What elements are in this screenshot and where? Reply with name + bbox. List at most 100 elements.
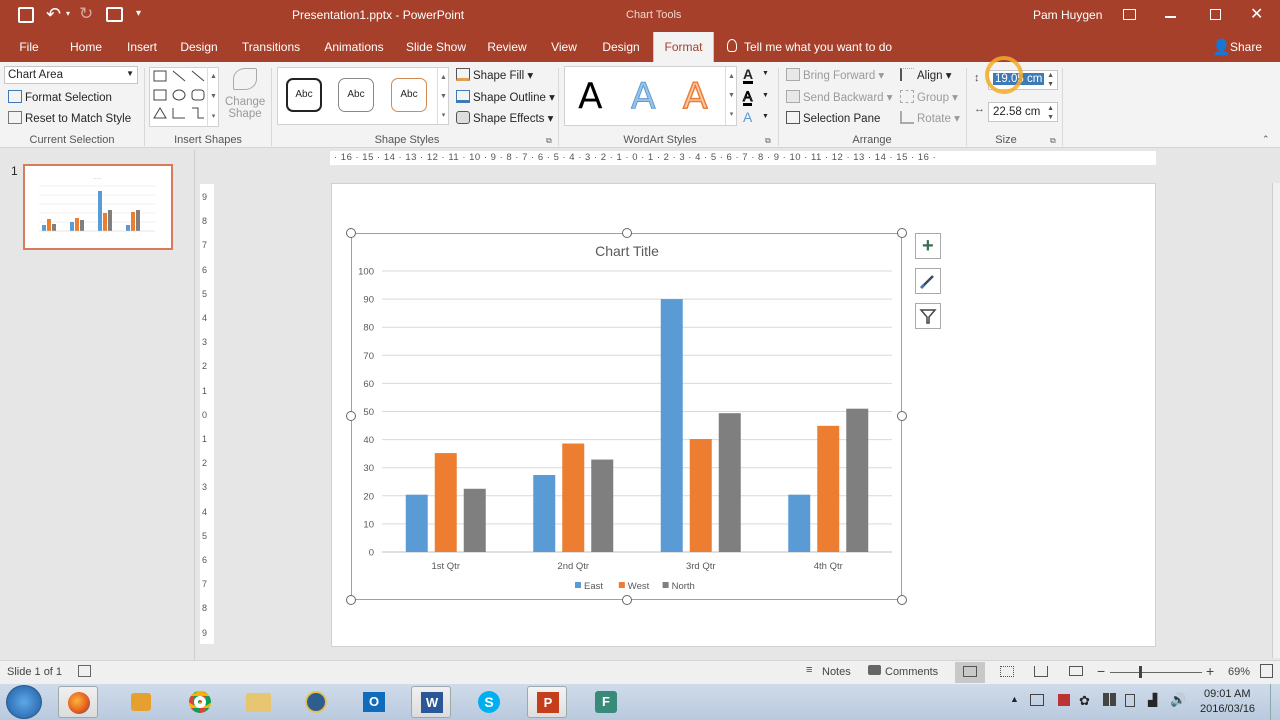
text-effects-icon[interactable]: A: [743, 110, 752, 124]
zoom-in-icon[interactable]: +: [1206, 663, 1214, 679]
resize-handle[interactable]: [622, 595, 632, 605]
tab-insert[interactable]: Insert: [120, 32, 164, 62]
shape-width-field[interactable]: 22.58 cm ▲ ▼: [988, 102, 1058, 122]
slide-counter[interactable]: Slide 1 of 1: [7, 666, 62, 678]
resize-handle[interactable]: [346, 228, 356, 238]
tab-animations[interactable]: Animations: [320, 32, 388, 62]
rotate-button[interactable]: Rotate ▾: [900, 111, 960, 125]
firefox-icon[interactable]: [58, 686, 98, 718]
vertical-ruler[interactable]: 9 8 7 6 5 4 3 2 1 0 1 2 3 4 5 6 7 8 9: [200, 184, 214, 644]
shape-styles-scroll[interactable]: ▲ ▼ ▾: [437, 68, 449, 124]
align-button[interactable]: Align ▾: [900, 68, 952, 82]
zoom-slider-thumb[interactable]: [1139, 666, 1142, 678]
tab-transitions[interactable]: Transitions: [238, 32, 304, 62]
notes-button[interactable]: Notes: [822, 666, 851, 678]
spell-check-icon[interactable]: [78, 665, 91, 677]
tray-expand-icon[interactable]: ▲: [1010, 694, 1019, 704]
undo-icon[interactable]: ↶: [46, 4, 61, 25]
word-icon[interactable]: W: [411, 686, 451, 718]
shape-style-swatch[interactable]: Abc: [286, 78, 322, 112]
volume-tray-icon[interactable]: 🔊: [1170, 692, 1186, 708]
zoom-out-icon[interactable]: −: [1097, 663, 1105, 679]
group-button[interactable]: Group ▾: [900, 90, 958, 104]
dialog-launcher-icon[interactable]: ⧉: [765, 136, 771, 146]
restore-icon[interactable]: [1210, 9, 1221, 20]
user-name[interactable]: Pam Huygen: [1033, 8, 1102, 22]
start-button[interactable]: [6, 685, 42, 719]
reset-to-match-style-button[interactable]: Reset to Match Style: [8, 111, 131, 125]
media-player-icon[interactable]: [121, 686, 161, 718]
resize-handle[interactable]: [897, 595, 907, 605]
outlook-icon[interactable]: O: [354, 686, 394, 718]
tab-home[interactable]: Home: [64, 32, 108, 62]
text-effects-dropdown-icon[interactable]: ▼: [762, 113, 769, 120]
dialog-launcher-icon[interactable]: ⧉: [546, 136, 552, 146]
tray-app-icon[interactable]: [1030, 694, 1044, 706]
network-tray-icon[interactable]: ▟: [1148, 693, 1157, 707]
clock-time[interactable]: 09:01 AM: [1204, 688, 1250, 700]
wordart-style-blue[interactable]: A: [631, 76, 657, 118]
resize-handle[interactable]: [897, 411, 907, 421]
clock-date[interactable]: 2016/03/16: [1200, 703, 1255, 715]
wordart-scroll[interactable]: ▲ ▼ ▾: [725, 67, 737, 125]
close-icon[interactable]: ✕: [1250, 4, 1263, 24]
app-globe-icon[interactable]: [296, 686, 336, 718]
shapes-scroll[interactable]: ▲ ▼ ▾: [207, 67, 219, 127]
fit-slide-icon[interactable]: [1260, 664, 1273, 678]
selection-pane-button[interactable]: Selection Pane: [786, 111, 880, 125]
text-outline-icon[interactable]: A: [742, 89, 753, 106]
windows-flag-icon[interactable]: [1103, 693, 1116, 706]
tab-review[interactable]: Review: [484, 32, 530, 62]
slide-show-view-icon[interactable]: [1069, 666, 1083, 676]
wordart-gallery[interactable]: A A A ▲ ▼ ▾: [564, 66, 737, 126]
skype-icon[interactable]: S: [469, 686, 509, 718]
format-selection-button[interactable]: Format Selection: [8, 90, 112, 104]
shape-effects-button[interactable]: Shape Effects ▾: [456, 111, 553, 125]
shape-outline-button[interactable]: Shape Outline ▾: [456, 90, 555, 104]
customize-qat-icon[interactable]: ▾: [136, 8, 141, 19]
tray-app-icon[interactable]: [1058, 694, 1070, 706]
wordart-style-black[interactable]: A: [578, 76, 603, 117]
slideshow-start-icon[interactable]: [106, 7, 123, 22]
chart-filters-button[interactable]: [915, 303, 941, 329]
tab-slide-show[interactable]: Slide Show: [403, 32, 469, 62]
reading-view-icon[interactable]: [1034, 666, 1048, 677]
chrome-icon[interactable]: [180, 686, 220, 718]
tab-file[interactable]: File: [10, 32, 48, 62]
text-fill-icon[interactable]: A: [743, 67, 754, 84]
chart-area[interactable]: Chart Title 0 10 20 30 40 50 60 70 80 90 100 1st Qtr…: [351, 233, 902, 600]
bring-forward-button[interactable]: Bring Forward ▾: [786, 68, 884, 82]
save-icon[interactable]: [18, 7, 34, 23]
wordart-style-orange[interactable]: A: [682, 75, 708, 118]
share-button[interactable]: Share: [1230, 40, 1262, 54]
shape-style-swatch[interactable]: Abc: [338, 78, 374, 112]
redo-icon[interactable]: ↻: [79, 4, 93, 24]
tray-app-icon[interactable]: ✿: [1079, 693, 1090, 709]
show-desktop-button[interactable]: [1270, 684, 1280, 720]
tab-chart-design[interactable]: Design: [598, 32, 644, 62]
undo-dropdown-icon[interactable]: ▾: [66, 9, 70, 18]
text-fill-dropdown-icon[interactable]: ▼: [762, 70, 769, 77]
zoom-slider[interactable]: [1110, 672, 1202, 673]
battery-tray-icon[interactable]: [1125, 694, 1135, 707]
shape-style-swatch[interactable]: Abc: [391, 78, 427, 112]
chart-styles-button[interactable]: [915, 268, 941, 294]
tab-view[interactable]: View: [546, 32, 582, 62]
dialog-launcher-icon[interactable]: ⧉: [1050, 136, 1056, 146]
comments-button[interactable]: Comments: [885, 666, 938, 678]
shape-styles-gallery[interactable]: Abc Abc Abc ▲ ▼ ▾: [277, 67, 449, 125]
send-backward-button[interactable]: Send Backward ▾: [786, 90, 893, 104]
powerpoint-icon[interactable]: P: [527, 686, 567, 718]
tab-design[interactable]: Design: [176, 32, 222, 62]
tell-me-box[interactable]: Tell me what you want to do: [744, 40, 892, 54]
minimize-icon[interactable]: [1165, 16, 1176, 18]
file-explorer-icon[interactable]: [238, 686, 278, 718]
slide-thumbnail[interactable]: ·······: [23, 164, 173, 250]
slide-sorter-icon[interactable]: [1000, 666, 1014, 677]
resize-handle[interactable]: [346, 411, 356, 421]
chart-element-dropdown[interactable]: Chart Area ▼: [4, 66, 138, 84]
chart-elements-button[interactable]: +: [915, 233, 941, 259]
resize-handle[interactable]: [622, 228, 632, 238]
resize-handle[interactable]: [346, 595, 356, 605]
collapse-ribbon-icon[interactable]: ⌃: [1262, 134, 1270, 145]
